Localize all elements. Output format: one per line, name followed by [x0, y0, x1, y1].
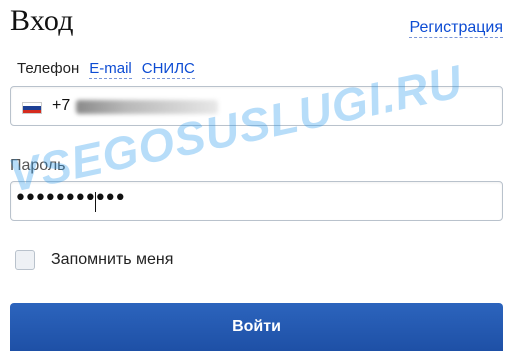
remember-me-label[interactable]: Запомнить меня [51, 251, 173, 269]
tab-snils[interactable]: СНИЛС [141, 60, 195, 79]
password-label: Пароль [10, 157, 66, 174]
register-link[interactable]: Регистрация [409, 18, 503, 38]
page-title: Вход [10, 4, 74, 37]
tab-email[interactable]: E-mail [89, 60, 132, 79]
remember-me[interactable]: Запомнить меня [15, 250, 173, 270]
login-button[interactable]: Войти [10, 303, 503, 351]
tab-phone[interactable]: Телефон [17, 60, 79, 78]
login-method-tabs: Телефон E-mail СНИЛС [17, 60, 195, 79]
phone-prefix: +7 [52, 97, 71, 114]
remember-me-checkbox[interactable] [15, 250, 35, 270]
text-caret [95, 192, 96, 212]
phone-number-blurred [76, 100, 218, 114]
password-masked-value: ••••••••••• [14, 186, 127, 211]
phone-input[interactable]: +7 [10, 86, 503, 126]
russia-flag-icon [22, 102, 42, 114]
password-input[interactable]: ••••••••••• [10, 181, 503, 221]
